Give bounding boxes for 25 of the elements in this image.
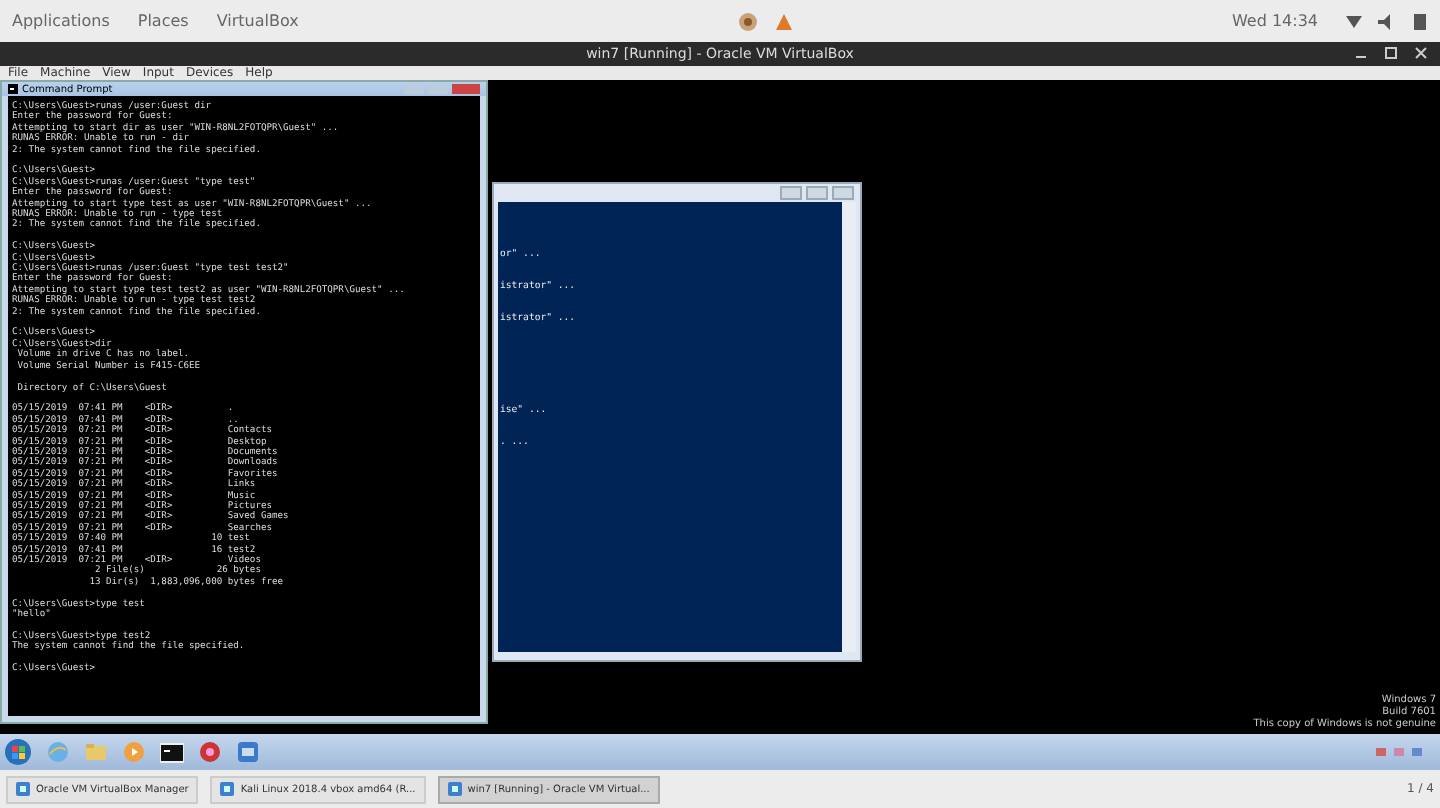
close-icon[interactable] [1414,46,1428,60]
top-bar-menu[interactable]: VirtualBox [216,12,299,30]
top-bar-menu[interactable]: Places [137,12,189,30]
top-bar-menu[interactable]: Applications [12,12,110,30]
scrollbar[interactable] [842,202,856,652]
folder-icon[interactable] [84,740,108,764]
app-icon[interactable] [737,11,758,31]
browser-icon[interactable] [46,740,70,764]
close-button[interactable] [832,186,854,200]
app-icon[interactable] [198,740,222,764]
console-icon[interactable] [160,741,184,763]
network-icon[interactable] [1346,13,1362,29]
minimize-button[interactable] [780,186,802,200]
maximize-icon[interactable] [1384,46,1398,60]
maximize-button[interactable] [806,186,828,200]
start-icon[interactable] [4,738,32,766]
window-icon[interactable] [236,740,260,764]
window-icon [447,782,462,796]
play-icon[interactable] [122,740,146,764]
power-icon[interactable] [1412,12,1428,30]
window-icon [220,782,235,796]
window-icon [16,782,30,796]
warning-icon[interactable] [773,11,794,31]
clock[interactable]: Wed 14:34 [1231,12,1318,30]
volume-icon[interactable] [1378,13,1396,29]
